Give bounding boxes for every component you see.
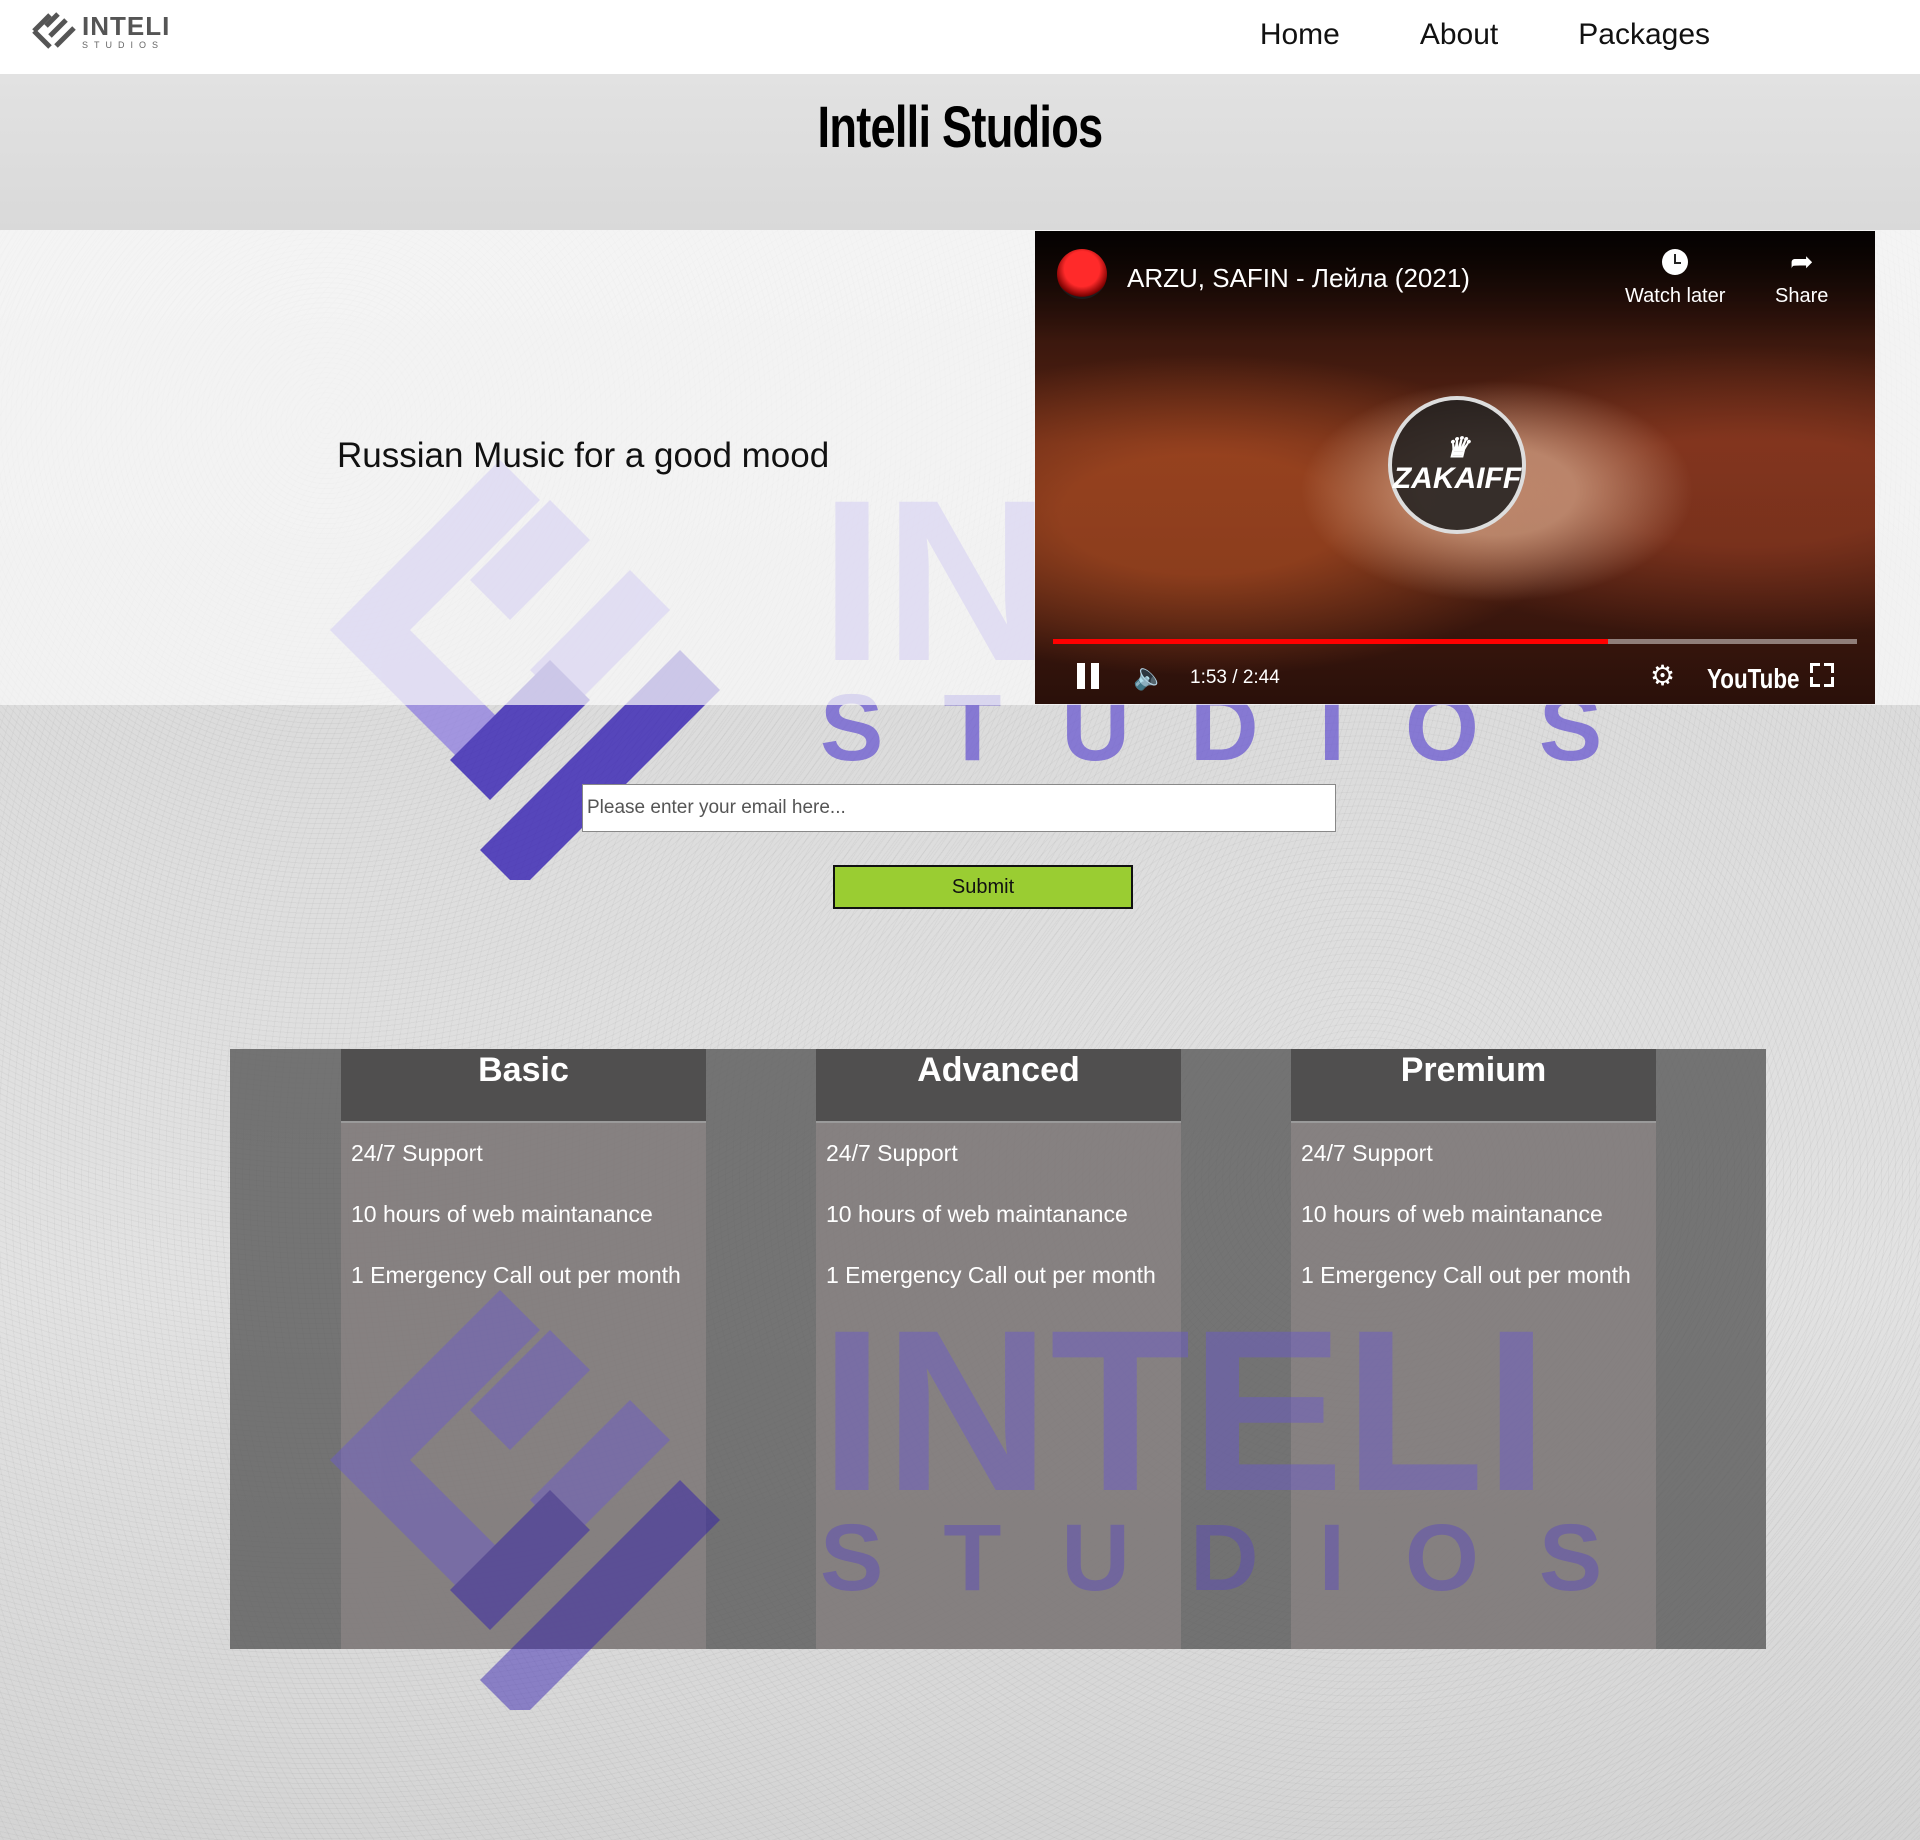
package-feature: 10 hours of web maintanance xyxy=(826,1201,1128,1227)
top-navbar: INTELI STUDIOS Home About Packages xyxy=(0,0,1920,74)
clock-icon xyxy=(1662,249,1689,275)
hero-tagline: Russian Music for a good mood xyxy=(337,436,830,475)
submit-button[interactable]: Submit xyxy=(833,865,1133,909)
nav-link-home[interactable]: Home xyxy=(1260,18,1340,52)
package-feature: 1 Emergency Call out per month xyxy=(1301,1262,1631,1288)
page-title: Intelli Studios xyxy=(817,95,1104,160)
package-feature-list: 24/7 Support 10 hours of web maintanance… xyxy=(341,1123,706,1306)
share-button[interactable]: ➦ Share xyxy=(1775,246,1829,308)
package-card-premium: Premium 24/7 Support 10 hours of web mai… xyxy=(1291,1049,1656,1649)
volume-icon[interactable]: 🔈 xyxy=(1133,663,1165,689)
video-controls: 🔈 1:53 / 2:44 ⚙ YouTube xyxy=(1035,651,1875,701)
logo-mark-icon xyxy=(32,12,76,49)
package-feature: 10 hours of web maintanance xyxy=(1301,1201,1603,1227)
logo-wordmark: INTELI STUDIOS xyxy=(82,13,170,50)
package-title: Advanced xyxy=(816,1049,1181,1123)
video-time: 1:53 / 2:44 xyxy=(1190,667,1280,688)
settings-gear-icon[interactable]: ⚙ xyxy=(1650,662,1675,690)
package-feature-list: 24/7 Support 10 hours of web maintanance… xyxy=(1291,1123,1656,1306)
youtube-video-player[interactable]: ARZU, SAFIN - Лейла (2021) Watch later ➦… xyxy=(1035,231,1875,704)
package-card-basic: Basic 24/7 Support 10 hours of web maint… xyxy=(341,1049,706,1649)
package-feature: 10 hours of web maintanance xyxy=(351,1201,653,1227)
package-feature: 1 Emergency Call out per month xyxy=(826,1262,1156,1288)
channel-watermark-badge: ♛ ZAKAIFF xyxy=(1388,396,1526,534)
nav-link-about[interactable]: About xyxy=(1420,18,1498,52)
video-title[interactable]: ARZU, SAFIN - Лейла (2021) xyxy=(1127,263,1470,294)
main-nav: Home About Packages xyxy=(1260,18,1710,52)
watch-later-button[interactable]: Watch later xyxy=(1625,249,1725,308)
pause-button[interactable] xyxy=(1075,663,1101,689)
youtube-logo[interactable]: YouTube xyxy=(1707,663,1799,695)
share-arrow-icon: ➦ xyxy=(1789,246,1814,277)
fullscreen-icon[interactable] xyxy=(1810,663,1834,687)
package-title: Basic xyxy=(341,1049,706,1123)
package-feature: 24/7 Support xyxy=(351,1140,483,1166)
packages-section: Basic 24/7 Support 10 hours of web maint… xyxy=(230,1049,1766,1710)
share-label: Share xyxy=(1775,285,1829,307)
package-feature-list: 24/7 Support 10 hours of web maintanance… xyxy=(816,1123,1181,1306)
package-feature: 24/7 Support xyxy=(1301,1140,1433,1166)
nav-link-packages[interactable]: Packages xyxy=(1578,18,1710,52)
logo-sub-text: STUDIOS xyxy=(82,39,165,50)
watch-later-label: Watch later xyxy=(1625,285,1726,307)
crown-icon: ♛ xyxy=(1444,432,1470,463)
logo-main-text: INTELI xyxy=(82,10,171,41)
email-input[interactable] xyxy=(582,784,1336,832)
channel-avatar[interactable] xyxy=(1057,249,1107,299)
package-feature: 1 Emergency Call out per month xyxy=(351,1262,681,1288)
video-progress-fill xyxy=(1053,639,1608,644)
package-title: Premium xyxy=(1291,1049,1656,1123)
package-card-advanced: Advanced 24/7 Support 10 hours of web ma… xyxy=(816,1049,1181,1649)
brand-logo[interactable]: INTELI STUDIOS xyxy=(30,8,170,54)
package-feature: 24/7 Support xyxy=(826,1140,958,1166)
video-progress-bar[interactable] xyxy=(1053,639,1857,644)
channel-badge-text: ZAKAIFF xyxy=(1392,462,1522,495)
